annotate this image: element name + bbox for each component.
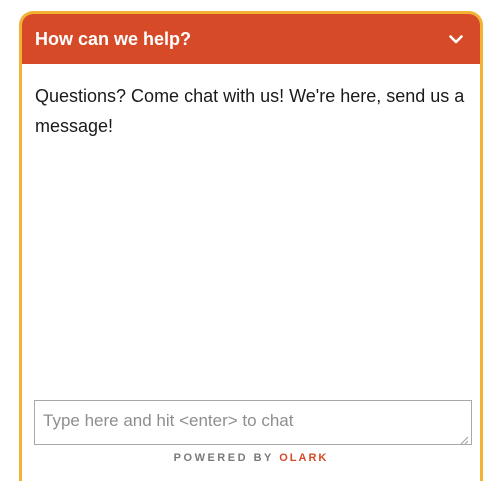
chat-input-container	[34, 400, 472, 445]
chat-widget: How can we help? Questions? Come chat wi…	[19, 11, 483, 481]
resize-grip-icon[interactable]	[459, 432, 469, 445]
chevron-down-icon[interactable]	[448, 31, 464, 47]
chat-input[interactable]	[35, 401, 471, 444]
message-area: Questions? Come chat with us! We're here…	[22, 64, 480, 391]
greeting-message: Questions? Come chat with us! We're here…	[35, 86, 465, 136]
olark-brand-link[interactable]: OLARK	[279, 452, 328, 464]
powered-by-label: POWERED BY	[173, 452, 274, 464]
powered-by-footer: POWERED BY OLARK	[22, 452, 480, 464]
chat-header[interactable]: How can we help?	[22, 14, 480, 64]
chat-title: How can we help?	[35, 28, 192, 49]
